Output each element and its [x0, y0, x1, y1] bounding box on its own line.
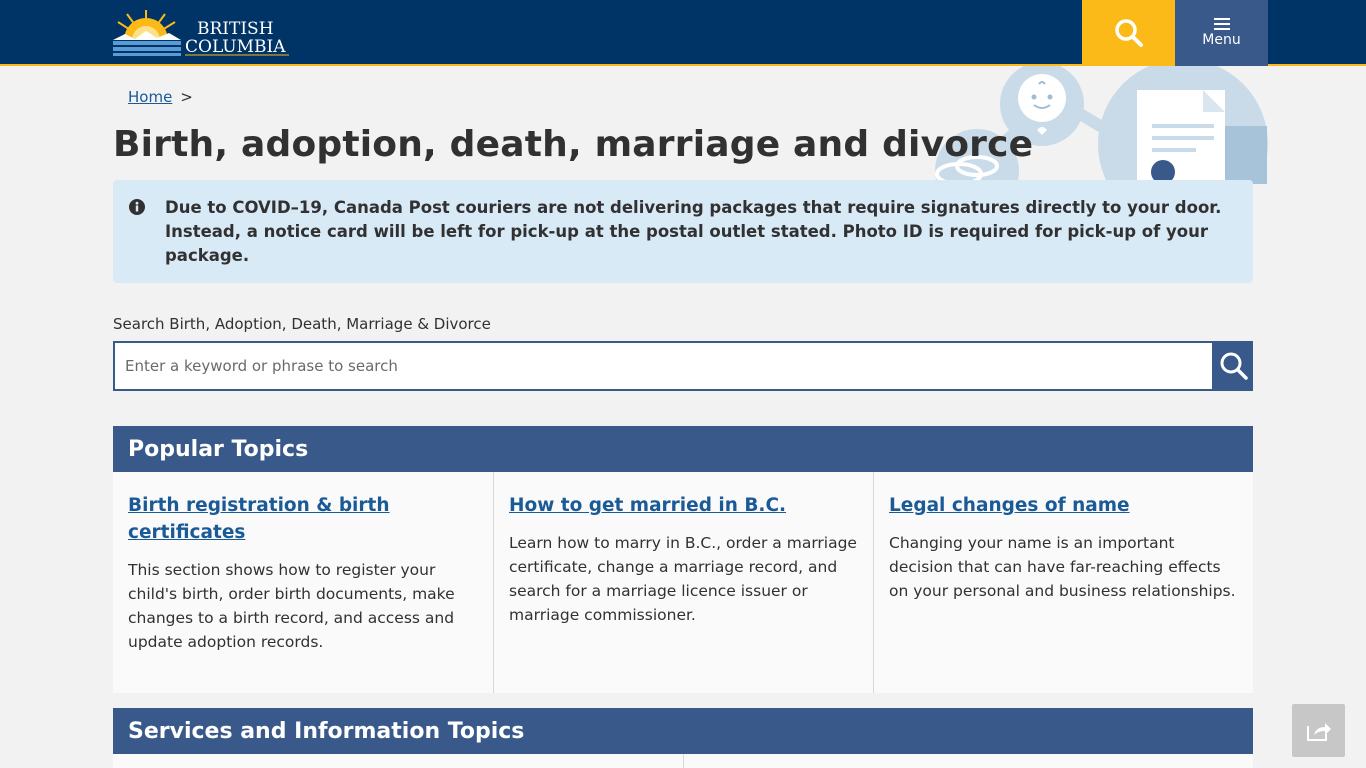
topic-link-name-change[interactable]: Legal changes of name — [889, 492, 1238, 519]
header-search-button[interactable] — [1082, 0, 1175, 66]
popular-topics-heading: Popular Topics — [113, 426, 1253, 472]
topic-card-name-change: Legal changes of name Changing your name… — [874, 472, 1253, 693]
topic-description: This section shows how to register your … — [128, 561, 455, 651]
topic-link-marriage[interactable]: How to get married in B.C. — [509, 492, 858, 519]
share-button[interactable] — [1292, 704, 1345, 757]
topic-link-birth[interactable]: Birth registration & birth certificates — [128, 492, 428, 546]
topic-search-input[interactable] — [115, 343, 1212, 389]
breadcrumb-home-link[interactable]: Home — [128, 88, 172, 106]
services-topics-cards — [113, 754, 1253, 768]
topic-description: Changing your name is an important decis… — [889, 534, 1236, 600]
logo-line1: BRITISH — [197, 19, 274, 39]
topic-card-marriage: How to get married in B.C. Learn how to … — [494, 472, 874, 693]
popular-topics-cards: Birth registration & birth certificates … — [113, 472, 1253, 693]
share-icon — [1306, 722, 1331, 741]
card-divider — [683, 754, 684, 768]
search-icon — [1220, 352, 1248, 380]
breadcrumb-separator: > — [180, 88, 193, 106]
alert-text: Due to COVID–19, Canada Post couriers ar… — [165, 198, 1222, 265]
hamburger-icon — [1213, 18, 1230, 30]
site-header: BRITISH COLUMBIA Menu — [0, 0, 1366, 66]
search-icon — [1114, 19, 1143, 47]
covid-alert: Due to COVID–19, Canada Post couriers ar… — [113, 180, 1253, 283]
menu-label: Menu — [1202, 32, 1241, 48]
info-icon — [129, 199, 145, 215]
topic-search-submit-button[interactable] — [1214, 341, 1253, 391]
bc-logo[interactable]: BRITISH COLUMBIA — [113, 10, 293, 58]
breadcrumb: Home > — [128, 88, 193, 106]
logo-line2: COLUMBIA — [185, 37, 286, 57]
services-topics-heading: Services and Information Topics — [113, 708, 1253, 754]
page-title: Birth, adoption, death, marriage and div… — [113, 124, 1034, 165]
topic-description: Learn how to marry in B.C., order a marr… — [509, 534, 857, 624]
topic-card-birth: Birth registration & birth certificates … — [113, 472, 494, 693]
header-menu-button[interactable]: Menu — [1175, 0, 1268, 66]
topic-search-box — [113, 341, 1214, 391]
topic-search-label: Search Birth, Adoption, Death, Marriage … — [113, 315, 491, 333]
